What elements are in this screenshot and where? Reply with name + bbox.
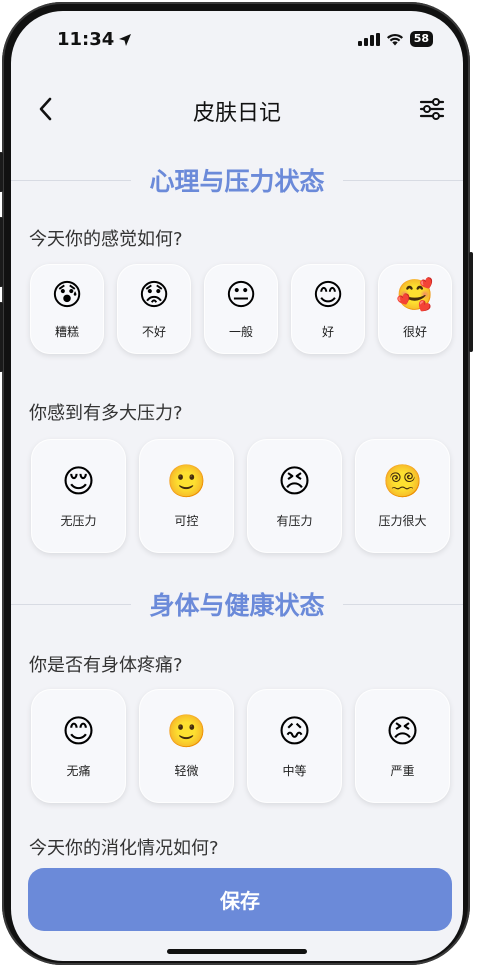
slightly-smiling-face-icon: 🙂 [166,711,207,750]
pain-option-moderate[interactable]: 😖 中等 [247,689,342,803]
filter-button[interactable] [417,95,447,123]
persevering-face-icon: 😣 [277,461,312,500]
worried-face-icon: 😟 [138,277,170,313]
divider [11,180,131,181]
status-icons: 58 [357,31,433,47]
volume-down-button [0,302,3,372]
option-label: 无压力 [60,513,97,528]
section-header-physical: 身体与健康状态 [11,586,463,622]
question-digestion: 今天你的消化情况如何? [29,838,219,859]
battery-indicator: 58 [409,31,433,47]
divider [343,180,463,181]
persevering-face-icon: 😣 [385,711,420,750]
question-stress: 你感到有多大压力? [29,403,183,424]
mood-option-great[interactable]: 🥰 很好 [378,264,452,354]
option-label: 有压力 [276,513,313,528]
stress-option-very-stressed[interactable]: 😵‍💫 压力很大 [355,439,450,553]
option-label: 无痛 [66,763,91,778]
question-pain: 你是否有身体疼痛? [29,655,183,676]
stress-option-manageable[interactable]: 🙂 可控 [139,439,234,553]
app-screen: 11:34 58 皮肤日记 心理与压力状态 今天你的感觉如何? 😰 糟糕 😟 不… [11,11,463,961]
side-button [0,152,3,192]
phone-frame: 11:34 58 皮肤日记 心理与压力状态 今天你的感觉如何? 😰 糟糕 😟 不… [0,2,473,965]
mood-option-bad[interactable]: 😟 不好 [117,264,191,354]
home-indicator [167,949,307,954]
option-label: 轻微 [174,763,199,778]
pain-option-mild[interactable]: 🙂 轻微 [139,689,234,803]
page-title: 皮肤日记 [192,101,281,126]
option-label: 不好 [141,324,166,339]
mood-option-good[interactable]: 😊 好 [291,264,365,354]
smiling-face-hearts-icon: 🥰 [396,277,434,313]
anxious-sweat-face-icon: 😰 [51,277,83,313]
question-mood: 今天你的感觉如何? [29,229,183,250]
divider [343,604,463,605]
navigation-bar: 皮肤日记 [11,87,463,131]
location-arrow-icon [119,33,132,46]
confounded-face-icon: 😖 [277,711,312,750]
option-label: 中等 [282,763,307,778]
section-header-mental: 心理与压力状态 [11,162,463,198]
wifi-icon [386,33,403,45]
option-label: 压力很大 [378,513,427,528]
neutral-face-icon: 😐 [225,277,257,313]
relieved-face-icon: 😌 [61,461,96,500]
pain-option-none[interactable]: 😊 无痛 [31,689,126,803]
slightly-smiling-face-icon: 🙂 [166,461,207,500]
smiling-face-icon: 😊 [312,277,344,313]
status-bar: 11:34 58 [11,11,463,61]
mood-option-okay[interactable]: 😐 一般 [204,264,278,354]
option-label: 糟糕 [54,324,79,339]
stress-option-stressed[interactable]: 😣 有压力 [247,439,342,553]
power-button [469,252,473,352]
status-time-group: 11:34 [57,29,132,50]
save-button[interactable]: 保存 [28,868,452,931]
volume-up-button [0,217,3,287]
status-time: 11:34 [57,29,115,50]
option-label: 可控 [174,513,199,528]
mood-option-terrible[interactable]: 😰 糟糕 [30,264,104,354]
section-title: 身体与健康状态 [135,586,339,622]
smiling-face-icon: 😊 [61,711,96,750]
divider [11,604,131,605]
option-label: 好 [321,324,334,339]
dizzy-face-icon: 😵‍💫 [382,461,423,500]
stress-option-none[interactable]: 😌 无压力 [31,439,126,553]
option-label: 很好 [402,324,427,339]
section-title: 心理与压力状态 [135,162,339,198]
cellular-signal-icon [357,32,380,46]
option-label: 严重 [390,763,415,778]
sliders-icon [419,98,445,120]
pain-option-severe[interactable]: 😣 严重 [355,689,450,803]
option-label: 一般 [228,324,253,339]
